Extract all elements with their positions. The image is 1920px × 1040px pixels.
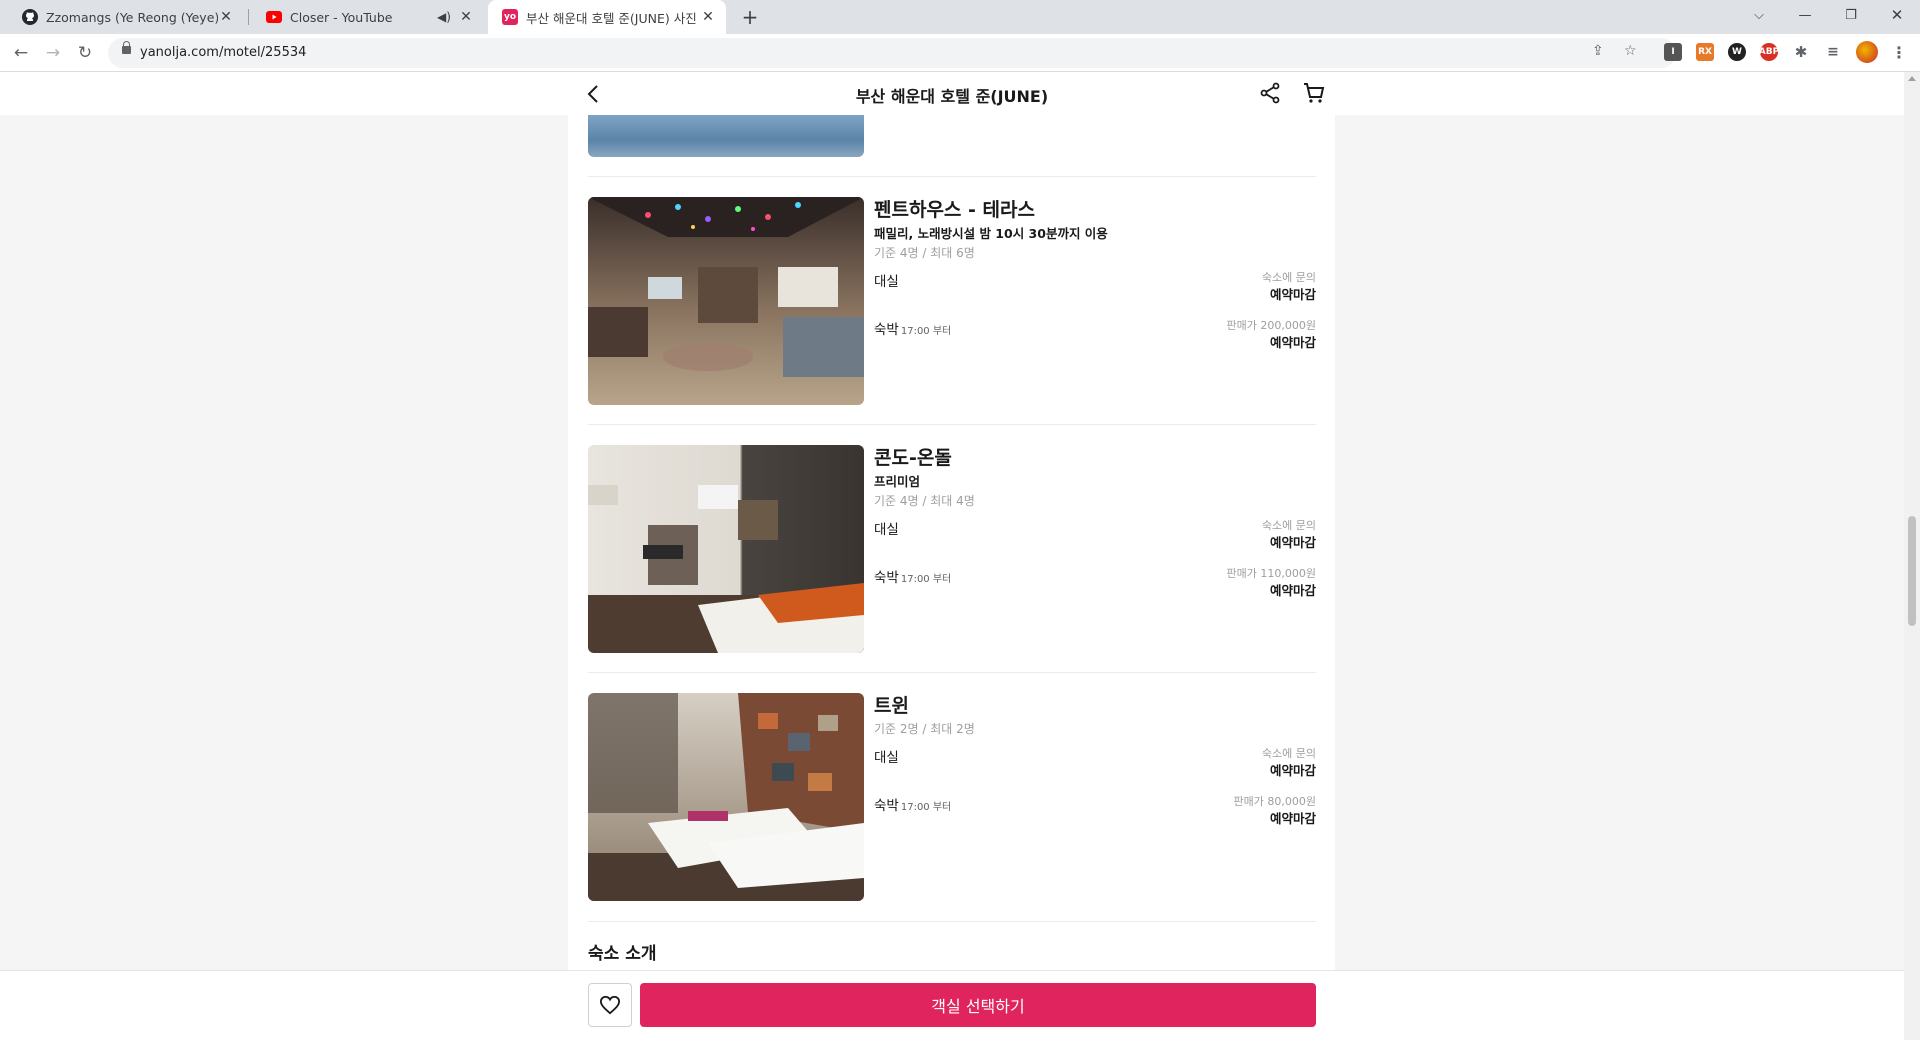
room-name: 펜트하우스 - 테라스 <box>874 199 1035 221</box>
tab-search-icon[interactable]: ⌵ <box>1736 0 1782 30</box>
stay-row[interactable]: 숙박 17:00 부터 판매가 110,000원 예약마감 <box>874 566 1316 602</box>
forward-icon[interactable]: → <box>40 40 66 66</box>
room-name: 트윈 <box>874 695 909 717</box>
daystay-label: 대실 <box>874 274 899 290</box>
daystay-status: 예약마감 <box>1269 763 1316 778</box>
stay-status: 예약마감 <box>1269 335 1316 350</box>
stay-time: 17:00 부터 <box>900 326 952 337</box>
address-bar[interactable]: yanolja.com/motel/25534 ⇪ ☆ <box>108 38 1676 68</box>
divider <box>588 424 1316 425</box>
room-capacity: 기준 4명 / 최대 4명 <box>874 494 975 508</box>
daystay-note: 숙소에 문의 <box>1261 747 1316 760</box>
daystay-label: 대실 <box>874 750 899 766</box>
divider <box>588 672 1316 673</box>
tab-title: 부산 해운대 호텔 준(JUNE) 사진 <box>526 10 697 26</box>
new-tab-button[interactable]: + <box>738 5 762 29</box>
daystay-row[interactable]: 대실 숙소에 문의 예약마감 <box>874 518 1316 554</box>
stay-price: 판매가 110,000원 <box>1226 567 1316 580</box>
bottom-action-bar: 객실 선택하기 <box>0 970 1904 1040</box>
room-info: 펜트하우스 - 테라스 패밀리, 노래방시설 밤 10시 30분까지 이용 기준… <box>874 197 1316 405</box>
close-tab-icon[interactable]: ✕ <box>218 9 234 25</box>
room-description: 패밀리, 노래방시설 밤 10시 30분까지 이용 <box>874 226 1108 241</box>
heart-icon <box>599 995 621 1015</box>
back-arrow-icon[interactable] <box>582 82 606 106</box>
select-room-button[interactable]: 객실 선택하기 <box>640 983 1316 1027</box>
room-info: 트윈 기준 2명 / 최대 2명 대실 숙소에 문의 예약마감 숙박 17:00 … <box>874 693 1316 901</box>
scrollbar-thumb[interactable] <box>1908 516 1916 626</box>
daystay-row[interactable]: 대실 숙소에 문의 예약마감 <box>874 746 1316 782</box>
github-icon <box>22 9 38 25</box>
back-icon[interactable]: ← <box>8 40 34 66</box>
stay-status: 예약마감 <box>1269 583 1316 598</box>
divider <box>588 921 1316 922</box>
bookmark-star-icon[interactable]: ☆ <box>1624 43 1637 59</box>
stay-time: 17:00 부터 <box>900 802 952 813</box>
share-icon[interactable] <box>1258 81 1282 105</box>
stay-time: 17:00 부터 <box>900 574 952 585</box>
stay-status: 예약마감 <box>1269 811 1316 826</box>
tab-youtube[interactable]: Closer - YouTube ◀) ✕ <box>252 0 484 34</box>
wishlist-button[interactable] <box>588 983 632 1027</box>
extension-w-icon[interactable]: W <box>1728 43 1746 61</box>
extensions-puzzle-icon[interactable]: ✱ <box>1792 43 1810 61</box>
daystay-note: 숙소에 문의 <box>1261 519 1316 532</box>
daystay-status: 예약마감 <box>1269 535 1316 550</box>
restore-button[interactable]: ❐ <box>1828 0 1874 30</box>
menu-kebab-icon[interactable]: ⋮ <box>1890 43 1908 62</box>
cart-icon[interactable] <box>1302 81 1326 105</box>
room-photo-previous[interactable] <box>588 115 864 157</box>
page-title: 부산 해운대 호텔 준(JUNE) <box>855 87 1049 106</box>
divider <box>588 176 1316 177</box>
tab-strip: Zzomangs (Ye Reong (Yeye)) ✕ Closer - Yo… <box>0 0 1920 34</box>
tab-title: Closer - YouTube <box>290 9 393 25</box>
stay-row[interactable]: 숙박 17:00 부터 판매가 80,000원 예약마감 <box>874 794 1316 830</box>
speaker-icon[interactable]: ◀) <box>436 9 452 25</box>
app-header: 부산 해운대 호텔 준(JUNE) <box>0 72 1904 115</box>
stay-price: 판매가 80,000원 <box>1233 795 1316 808</box>
stay-price: 판매가 200,000원 <box>1226 319 1316 332</box>
browser-toolbar: ← → ↻ yanolja.com/motel/25534 ⇪ ☆ I RX W… <box>0 34 1920 72</box>
minimize-button[interactable]: — <box>1782 0 1828 30</box>
close-tab-icon[interactable]: ✕ <box>700 9 716 25</box>
extension-rx-icon[interactable]: RX <box>1696 43 1714 61</box>
stay-label: 숙박 <box>874 322 899 338</box>
scroll-up-icon[interactable] <box>1908 76 1916 81</box>
share-page-icon[interactable]: ⇪ <box>1592 43 1604 59</box>
room-name: 콘도-온돌 <box>874 447 952 469</box>
room-photo[interactable] <box>588 445 864 653</box>
room-card[interactable]: 콘도-온돌 프리미엄 기준 4명 / 최대 4명 대실 숙소에 문의 예약마감 … <box>588 445 1316 653</box>
close-tab-icon[interactable]: ✕ <box>458 9 474 25</box>
lock-icon[interactable] <box>122 41 131 54</box>
extension-i-icon[interactable]: I <box>1664 43 1682 61</box>
room-description: 프리미엄 <box>874 474 921 489</box>
reload-icon[interactable]: ↻ <box>72 40 98 66</box>
section-title-intro: 숙소 소개 <box>588 944 657 964</box>
close-window-button[interactable]: ✕ <box>1874 0 1920 30</box>
room-capacity: 기준 2명 / 최대 2명 <box>874 722 975 736</box>
daystay-status: 예약마감 <box>1269 287 1316 302</box>
room-card[interactable]: 펜트하우스 - 테라스 패밀리, 노래방시설 밤 10시 30분까지 이용 기준… <box>588 197 1316 405</box>
room-capacity: 기준 4명 / 최대 6명 <box>874 246 975 260</box>
stay-label: 숙박 <box>874 798 899 814</box>
reading-list-icon[interactable]: ≡ <box>1824 43 1842 61</box>
room-info: 콘도-온돌 프리미엄 기준 4명 / 최대 4명 대실 숙소에 문의 예약마감 … <box>874 445 1316 653</box>
tab-yanolja[interactable]: yo 부산 해운대 호텔 준(JUNE) 사진 ✕ <box>488 0 726 34</box>
tab-title: Zzomangs (Ye Reong (Yeye)) <box>46 9 218 25</box>
stay-label: 숙박 <box>874 570 899 586</box>
extension-abp-icon[interactable]: ABP <box>1759 43 1779 61</box>
youtube-icon <box>266 9 282 25</box>
tab-github[interactable]: Zzomangs (Ye Reong (Yeye)) ✕ <box>8 0 244 34</box>
room-card[interactable]: 트윈 기준 2명 / 최대 2명 대실 숙소에 문의 예약마감 숙박 17:00 … <box>588 693 1316 901</box>
profile-avatar[interactable] <box>1856 41 1878 63</box>
daystay-row[interactable]: 대실 숙소에 문의 예약마감 <box>874 270 1316 306</box>
stay-row[interactable]: 숙박 17:00 부터 판매가 200,000원 예약마감 <box>874 318 1316 354</box>
daystay-note: 숙소에 문의 <box>1261 271 1316 284</box>
url-text[interactable]: yanolja.com/motel/25534 <box>140 45 306 60</box>
daystay-label: 대실 <box>874 522 899 538</box>
room-photo[interactable] <box>588 197 864 405</box>
page-viewport: 부산 해운대 호텔 준(JUNE) 펜트하우스 - 테라스 패밀리, 노래방시설… <box>0 72 1904 1040</box>
scrollbar[interactable] <box>1904 72 1920 1040</box>
yanolja-icon: yo <box>502 9 518 25</box>
room-photo[interactable] <box>588 693 864 901</box>
